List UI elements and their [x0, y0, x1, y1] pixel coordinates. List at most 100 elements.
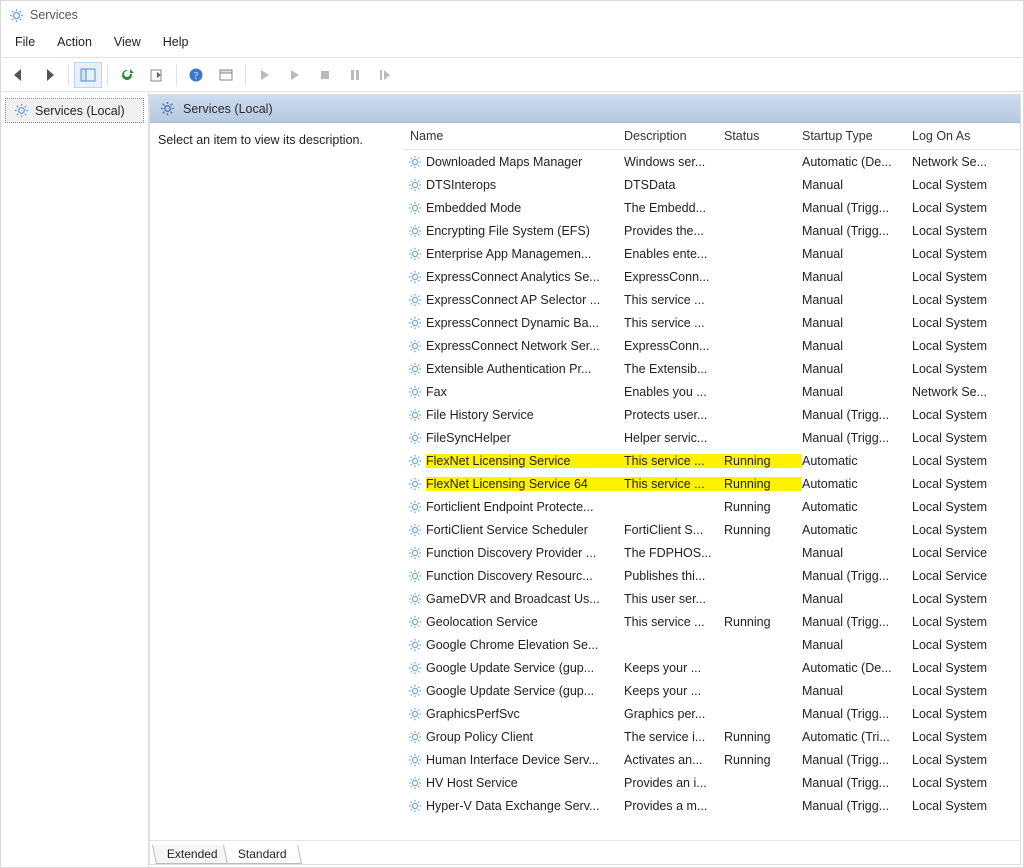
pause-service-button[interactable] [341, 62, 369, 88]
service-row[interactable]: Geolocation ServiceThis service ...Runni… [404, 610, 1020, 633]
service-row[interactable]: FortiClient Service SchedulerFortiClient… [404, 518, 1020, 541]
help-button[interactable]: ? [182, 62, 210, 88]
column-header-description[interactable]: Description [624, 129, 724, 143]
toolbar-separator [68, 64, 69, 86]
service-row[interactable]: ExpressConnect Dynamic Ba...This service… [404, 311, 1020, 334]
gear-icon [408, 523, 426, 537]
svg-text:?: ? [194, 71, 199, 82]
column-headers: Name Description Status Startup Type Log… [404, 123, 1020, 150]
gear-icon [408, 684, 426, 698]
service-row[interactable]: Downloaded Maps ManagerWindows ser...Aut… [404, 150, 1020, 173]
service-name: Downloaded Maps Manager [426, 155, 624, 169]
service-row[interactable]: Google Update Service (gup...Keeps your … [404, 679, 1020, 702]
service-name: Function Discovery Resourc... [426, 569, 624, 583]
refresh-button[interactable] [113, 62, 141, 88]
service-row[interactable]: Forticlient Endpoint Protecte...RunningA… [404, 495, 1020, 518]
service-name: Fax [426, 385, 624, 399]
service-description: Graphics per... [624, 707, 724, 721]
service-row[interactable]: FlexNet Licensing Service 64This service… [404, 472, 1020, 495]
service-logon: Local System [912, 776, 1020, 790]
service-row[interactable]: ExpressConnect Analytics Se...ExpressCon… [404, 265, 1020, 288]
stop-service-button[interactable] [311, 62, 339, 88]
service-row[interactable]: Encrypting File System (EFS)Provides the… [404, 219, 1020, 242]
service-logon: Local System [912, 178, 1020, 192]
service-startup-type: Manual (Trigg... [802, 408, 912, 422]
service-row[interactable]: FlexNet Licensing ServiceThis service ..… [404, 449, 1020, 472]
service-row[interactable]: Google Chrome Elevation Se...ManualLocal… [404, 633, 1020, 656]
menu-action[interactable]: Action [47, 31, 102, 53]
service-startup-type: Manual (Trigg... [802, 224, 912, 238]
service-logon: Local System [912, 293, 1020, 307]
service-startup-type: Manual (Trigg... [802, 431, 912, 445]
service-description: This service ... [624, 293, 724, 307]
service-name: FortiClient Service Scheduler [426, 523, 624, 537]
tab-extended[interactable]: Extended [152, 845, 233, 864]
gear-icon [14, 103, 29, 118]
gear-icon [408, 339, 426, 353]
service-row[interactable]: Human Interface Device Serv...Activates … [404, 748, 1020, 771]
gear-icon [408, 431, 426, 445]
gear-icon [408, 316, 426, 330]
service-row[interactable]: File History ServiceProtects user...Manu… [404, 403, 1020, 426]
column-header-logon[interactable]: Log On As [912, 129, 1020, 143]
service-description: FortiClient S... [624, 523, 724, 537]
service-row[interactable]: Embedded ModeThe Embedd...Manual (Trigg.… [404, 196, 1020, 219]
service-row[interactable]: Extensible Authentication Pr...The Exten… [404, 357, 1020, 380]
service-row[interactable]: FileSyncHelperHelper servic...Manual (Tr… [404, 426, 1020, 449]
service-logon: Local System [912, 247, 1020, 261]
service-name: Enterprise App Managemen... [426, 247, 624, 261]
service-logon: Network Se... [912, 385, 1020, 399]
service-description: Provides an i... [624, 776, 724, 790]
nav-root-item[interactable]: Services (Local) [5, 98, 144, 123]
pane-header: Services (Local) [150, 95, 1020, 123]
service-name: Geolocation Service [426, 615, 624, 629]
service-logon: Local System [912, 500, 1020, 514]
column-header-status[interactable]: Status [724, 129, 802, 143]
column-header-startup[interactable]: Startup Type [802, 129, 912, 143]
service-row[interactable]: Enterprise App Managemen...Enables ente.… [404, 242, 1020, 265]
service-name: Extensible Authentication Pr... [426, 362, 624, 376]
list-pane: Name Description Status Startup Type Log… [404, 123, 1020, 840]
properties-button[interactable] [212, 62, 240, 88]
service-logon: Local System [912, 362, 1020, 376]
service-name: FlexNet Licensing Service 64 [426, 477, 624, 491]
service-description: This service ... [624, 615, 724, 629]
service-logon: Network Se... [912, 155, 1020, 169]
menu-help[interactable]: Help [153, 31, 199, 53]
start-service-button-2[interactable] [281, 62, 309, 88]
back-button[interactable] [5, 62, 33, 88]
service-row[interactable]: HV Host ServiceProvides an i...Manual (T… [404, 771, 1020, 794]
service-logon: Local System [912, 270, 1020, 284]
service-logon: Local Service [912, 569, 1020, 583]
service-row[interactable]: Google Update Service (gup...Keeps your … [404, 656, 1020, 679]
service-row[interactable]: Hyper-V Data Exchange Serv...Provides a … [404, 794, 1020, 817]
service-row[interactable]: ExpressConnect AP Selector ...This servi… [404, 288, 1020, 311]
service-logon: Local System [912, 592, 1020, 606]
service-row[interactable]: Function Discovery Provider ...The FDPHO… [404, 541, 1020, 564]
service-status: Running [724, 730, 802, 744]
service-startup-type: Manual [802, 270, 912, 284]
column-header-name[interactable]: Name [408, 129, 624, 143]
show-hide-tree-button[interactable] [74, 62, 102, 88]
toolbar-separator [107, 64, 108, 86]
export-list-button[interactable] [143, 62, 171, 88]
service-row[interactable]: GraphicsPerfSvcGraphics per...Manual (Tr… [404, 702, 1020, 725]
service-description: Protects user... [624, 408, 724, 422]
service-row[interactable]: FaxEnables you ...ManualNetwork Se... [404, 380, 1020, 403]
start-service-button[interactable] [251, 62, 279, 88]
gear-icon [408, 776, 426, 790]
restart-service-button[interactable] [371, 62, 399, 88]
service-description: Keeps your ... [624, 661, 724, 675]
service-row[interactable]: Group Policy ClientThe service i...Runni… [404, 725, 1020, 748]
tab-standard[interactable]: Standard [223, 845, 302, 864]
menu-file[interactable]: File [5, 31, 45, 53]
service-row[interactable]: DTSInteropsDTSDataManualLocal System [404, 173, 1020, 196]
service-name: GameDVR and Broadcast Us... [426, 592, 624, 606]
service-name: GraphicsPerfSvc [426, 707, 624, 721]
service-row[interactable]: Function Discovery Resourc...Publishes t… [404, 564, 1020, 587]
menu-view[interactable]: View [104, 31, 151, 53]
forward-button[interactable] [35, 62, 63, 88]
service-row[interactable]: ExpressConnect Network Ser...ExpressConn… [404, 334, 1020, 357]
service-row[interactable]: GameDVR and Broadcast Us...This user ser… [404, 587, 1020, 610]
gear-icon [408, 500, 426, 514]
